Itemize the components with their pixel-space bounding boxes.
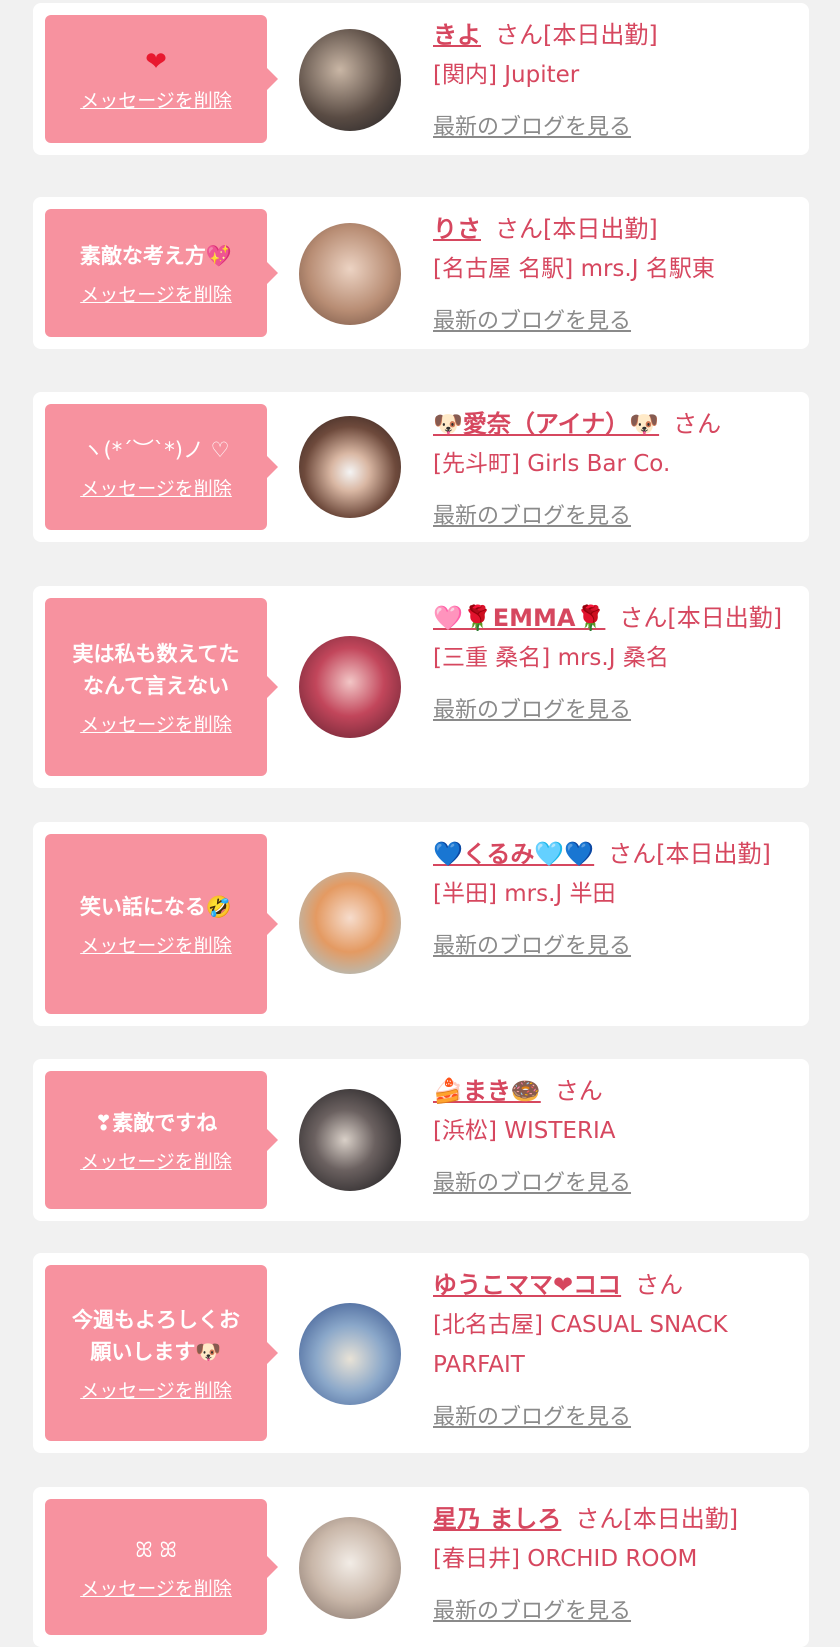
- message-bubble: ❣素敵ですね メッセージを削除: [45, 1071, 278, 1209]
- cast-name-link[interactable]: 🐶愛奈（アイナ）🐶: [433, 410, 659, 438]
- shop-name: [北名古屋] CASUAL SNACK PARFAIT: [433, 1312, 728, 1378]
- latest-blog-link[interactable]: 最新のブログを見る: [433, 928, 631, 960]
- message-card: ❣素敵ですね メッセージを削除 🍰まき🍩 さん [浜松] WISTERIA 最新の…: [33, 1059, 809, 1221]
- cast-info: 💙くるみ🩵💙 さん[本日出勤] [半田] mrs.J 半田 最新のブログを見る: [433, 834, 803, 960]
- shop-name: [浜松] WISTERIA: [433, 1118, 616, 1144]
- message-card: 素敵な考え方💖 メッセージを削除 りさ さん[本日出勤] [名古屋 名駅] mrs…: [33, 197, 809, 349]
- message-card: ❤ メッセージを削除 きよ さん[本日出勤] [関内] Jupiter 最新のブロ…: [33, 3, 809, 155]
- cast-name-link[interactable]: りさ: [433, 215, 481, 243]
- cast-name-link[interactable]: ゆうこママ❤ココ: [433, 1271, 621, 1299]
- shop-name: [名古屋 名駅] mrs.J 名駅東: [433, 256, 715, 282]
- message-bubble: ꕤ ꕤ メッセージを削除: [45, 1499, 278, 1635]
- cast-info: 🩷🌹EMMA🌹 さん[本日出勤] [三重 桑名] mrs.J 桑名 最新のブログを…: [433, 598, 803, 724]
- avatar[interactable]: [299, 872, 401, 974]
- message-text: 実は私も数えてた なんて言えない: [72, 641, 240, 698]
- latest-blog-link[interactable]: 最新のブログを見る: [433, 498, 631, 530]
- delete-message-link[interactable]: メッセージを削除: [80, 1147, 232, 1174]
- shop-name: [先斗町] Girls Bar Co.: [433, 451, 671, 477]
- latest-blog-link[interactable]: 最新のブログを見る: [433, 692, 631, 724]
- delete-message-link[interactable]: メッセージを削除: [80, 474, 232, 501]
- cast-name-link[interactable]: 🩷🌹EMMA🌹: [433, 604, 605, 632]
- message-text: 今週もよろしくお 願いします🐶: [72, 1307, 240, 1364]
- cast-status: さん: [635, 1271, 684, 1299]
- message-bubble: ❤ メッセージを削除: [45, 15, 278, 143]
- message-card: 実は私も数えてた なんて言えない メッセージを削除 🩷🌹EMMA🌹 さん[本日出勤…: [33, 586, 809, 788]
- delete-message-link[interactable]: メッセージを削除: [80, 280, 232, 307]
- shop-name: [半田] mrs.J 半田: [433, 881, 616, 907]
- message-bubble: 素敵な考え方💖 メッセージを削除: [45, 209, 278, 337]
- cast-status: さん[本日出勤]: [608, 840, 771, 868]
- cast-status: さん[本日出勤]: [575, 1505, 739, 1533]
- delete-message-link[interactable]: メッセージを削除: [80, 931, 232, 958]
- latest-blog-link[interactable]: 最新のブログを見る: [433, 1165, 631, 1197]
- latest-blog-link[interactable]: 最新のブログを見る: [433, 109, 631, 141]
- avatar[interactable]: [299, 223, 401, 325]
- cast-status: さん: [554, 1077, 603, 1105]
- cast-status: さん[本日出勤]: [619, 604, 783, 632]
- avatar[interactable]: [299, 1303, 401, 1405]
- cast-status: さん: [673, 410, 722, 438]
- shop-name: [三重 桑名] mrs.J 桑名: [433, 645, 669, 671]
- cast-info: きよ さん[本日出勤] [関内] Jupiter 最新のブログを見る: [433, 15, 803, 141]
- cast-status: さん[本日出勤]: [495, 215, 658, 243]
- delete-message-link[interactable]: メッセージを削除: [80, 1574, 232, 1601]
- shop-name: [関内] Jupiter: [433, 62, 580, 88]
- delete-message-link[interactable]: メッセージを削除: [80, 86, 232, 113]
- message-text: 素敵な考え方💖: [79, 243, 233, 268]
- shop-name: [春日井] ORCHID ROOM: [433, 1546, 698, 1572]
- cast-name-link[interactable]: きよ: [433, 21, 481, 49]
- message-bubble: 実は私も数えてた なんて言えない メッセージを削除: [45, 598, 278, 776]
- latest-blog-link[interactable]: 最新のブログを見る: [433, 303, 631, 335]
- message-text: ❣素敵ですね: [94, 1110, 218, 1135]
- delete-message-link[interactable]: メッセージを削除: [80, 1376, 232, 1403]
- message-bubble: ヽ(*´︶`*)ノ ♡ メッセージを削除: [45, 404, 278, 530]
- cast-info: ゆうこママ❤ココ さん [北名古屋] CASUAL SNACK PARFAIT 最…: [433, 1265, 803, 1431]
- cast-info: 🍰まき🍩 さん [浜松] WISTERIA 最新のブログを見る: [433, 1071, 803, 1197]
- cast-name-link[interactable]: 星乃 ましろ: [433, 1505, 561, 1533]
- message-text: 笑い話になる🤣: [79, 894, 233, 919]
- avatar[interactable]: [299, 29, 401, 131]
- message-bubble: 今週もよろしくお 願いします🐶 メッセージを削除: [45, 1265, 278, 1441]
- avatar[interactable]: [299, 1517, 401, 1619]
- cast-info: 星乃 ましろ さん[本日出勤] [春日井] ORCHID ROOM 最新のブログを…: [433, 1499, 803, 1625]
- message-text: ꕤ ꕤ: [135, 1537, 177, 1562]
- cast-name-link[interactable]: 💙くるみ🩵💙: [433, 840, 594, 868]
- avatar[interactable]: [299, 1089, 401, 1191]
- cast-info: 🐶愛奈（アイナ）🐶 さん [先斗町] Girls Bar Co. 最新のブログを見…: [433, 404, 803, 530]
- message-text: ヽ(*´︶`*)ノ ♡: [82, 437, 230, 462]
- cast-info: りさ さん[本日出勤] [名古屋 名駅] mrs.J 名駅東 最新のブログを見る: [433, 209, 803, 335]
- message-card: 笑い話になる🤣 メッセージを削除 💙くるみ🩵💙 さん[本日出勤] [半田] mrs…: [33, 822, 809, 1026]
- delete-message-link[interactable]: メッセージを削除: [80, 710, 232, 737]
- cast-name-link[interactable]: 🍰まき🍩: [433, 1077, 541, 1105]
- avatar[interactable]: [299, 636, 401, 738]
- cast-status: さん[本日出勤]: [495, 21, 658, 49]
- avatar[interactable]: [299, 416, 401, 518]
- latest-blog-link[interactable]: 最新のブログを見る: [433, 1399, 631, 1431]
- latest-blog-link[interactable]: 最新のブログを見る: [433, 1593, 631, 1625]
- message-card: ꕤ ꕤ メッセージを削除 星乃 ましろ さん[本日出勤] [春日井] ORCHID…: [33, 1487, 809, 1647]
- message-card: ヽ(*´︶`*)ノ ♡ メッセージを削除 🐶愛奈（アイナ）🐶 さん [先斗町] G…: [33, 392, 809, 542]
- message-bubble: 笑い話になる🤣 メッセージを削除: [45, 834, 278, 1014]
- message-card: 今週もよろしくお 願いします🐶 メッセージを削除 ゆうこママ❤ココ さん [北名古…: [33, 1253, 809, 1453]
- message-text: ❤: [145, 46, 167, 77]
